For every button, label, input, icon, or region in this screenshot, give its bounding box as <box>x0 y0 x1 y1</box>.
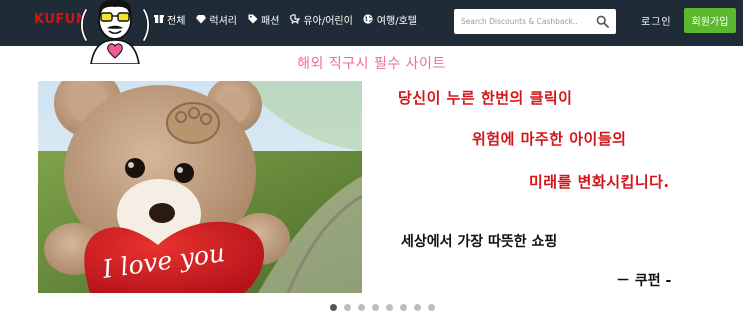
nav-item-label: 전체 <box>167 15 186 27</box>
slide-image[interactable]: I love you <box>38 81 362 293</box>
site-logo[interactable]: KUFUN <box>34 11 84 29</box>
nav-item-luxury[interactable]: 럭셔리 <box>195 12 237 27</box>
slide-tagline: 세상에서 가장 따뜻한 쇼핑 <box>401 234 558 250</box>
slider-pagination <box>330 304 442 311</box>
slide-signature: － 쿠펀 - <box>616 273 672 289</box>
nav-item-label: 럭셔리 <box>209 15 238 27</box>
search-input[interactable] <box>461 10 595 33</box>
slider-dot[interactable] <box>428 304 435 311</box>
mascot-character <box>80 0 150 64</box>
main-nav: 전체 럭셔리 패션 유아/어린이 여행/호텔 <box>153 0 427 38</box>
search-box <box>454 9 616 34</box>
diamond-icon <box>195 14 206 25</box>
signup-button[interactable]: 회원가입 <box>684 8 736 33</box>
slider-dot[interactable] <box>386 304 393 311</box>
box-icon <box>153 14 164 25</box>
globe-icon <box>363 14 374 25</box>
slider-dot[interactable] <box>372 304 379 311</box>
slider-dot[interactable] <box>358 304 365 311</box>
login-link[interactable]: 로그인 <box>641 13 672 28</box>
stroller-icon <box>289 14 300 25</box>
search-icon[interactable] <box>596 15 609 28</box>
tag-icon <box>247 14 258 25</box>
slide-message-line-1: 당신이 누른 한번의 클릭이 <box>398 89 573 107</box>
nav-item-label: 유아/어린이 <box>303 15 353 27</box>
slider-dot[interactable] <box>414 304 421 311</box>
slide-message-line-2: 위험에 마주한 아이들의 <box>472 130 627 148</box>
slide-message-line-3: 미래를 변화시킵니다. <box>529 173 670 191</box>
nav-item-travel[interactable]: 여행/호텔 <box>363 12 417 27</box>
nav-item-fashion[interactable]: 패션 <box>247 12 279 27</box>
nav-item-label: 여행/호텔 <box>376 15 417 27</box>
nav-item-kids[interactable]: 유아/어린이 <box>289 12 353 27</box>
slider-dot[interactable] <box>330 304 337 311</box>
nav-item-all[interactable]: 전체 <box>153 12 185 27</box>
slider-dot[interactable] <box>344 304 351 311</box>
nav-item-label: 패션 <box>261 15 280 27</box>
slider-dot[interactable] <box>400 304 407 311</box>
